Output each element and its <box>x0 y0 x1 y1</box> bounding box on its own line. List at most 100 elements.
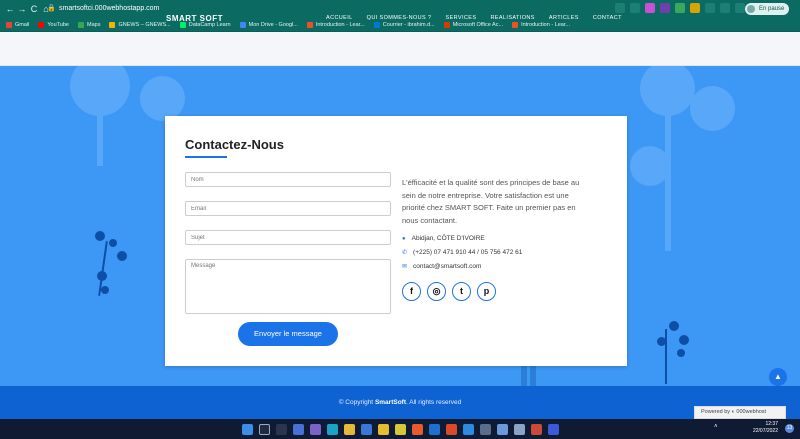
extension-icon[interactable] <box>675 3 685 13</box>
name-field[interactable] <box>185 172 391 187</box>
menu-item[interactable]: REALISATIONS <box>490 15 534 21</box>
chevron-up-icon[interactable]: ˄ <box>714 424 718 430</box>
bookmark-icon <box>239 21 246 28</box>
windows-start-icon[interactable] <box>241 423 253 435</box>
copyright-suffix: . All rights reserved <box>406 399 462 406</box>
site-logo[interactable]: SMART SOFT <box>166 14 223 23</box>
app-icon[interactable] <box>445 423 457 435</box>
bookmark-icon <box>443 21 450 28</box>
message-field[interactable] <box>185 259 391 314</box>
tree-decoration <box>140 76 185 121</box>
address-bar[interactable]: 🔒 smartsoftci.000webhostapp.com <box>47 3 607 15</box>
extensions <box>615 3 745 13</box>
instagram-icon[interactable]: ◎ <box>427 282 446 301</box>
bookmark-item[interactable]: Courrier - ibrahim.d... <box>373 21 435 28</box>
lock-icon: 🔒 <box>47 5 56 12</box>
powered-by-badge[interactable]: Powered by ◐ 000webhost <box>694 406 786 419</box>
extension-icon[interactable] <box>645 3 655 13</box>
tree-decoration <box>690 86 735 131</box>
app-icon[interactable] <box>513 423 525 435</box>
puzzle-icon[interactable] <box>735 3 745 13</box>
bookmark-label: Microsoft Office Ac... <box>452 21 504 28</box>
clock-date: 22/07/2022 <box>752 428 778 434</box>
subject-field[interactable] <box>185 230 391 245</box>
email-text: contact@smartsoft.com <box>413 263 482 270</box>
bookmark-icon <box>109 21 116 28</box>
store-icon[interactable] <box>360 423 372 435</box>
profile-button[interactable]: En pause <box>745 3 790 15</box>
forward-button[interactable]: → <box>16 4 28 14</box>
extension-icon[interactable] <box>690 3 700 13</box>
site-menu: ACCUEIL QUI SOMMES-NOUS ? SERVICES REALISAT… <box>326 15 622 21</box>
bookmark-item[interactable]: Gmail <box>6 21 30 28</box>
file-explorer-icon[interactable] <box>343 423 355 435</box>
bookmark-label: Gmail <box>15 21 30 28</box>
chrome-icon[interactable] <box>377 423 389 435</box>
profile-label: En pause <box>759 6 785 12</box>
system-clock[interactable]: 12:37 22/07/2022 <box>753 421 778 435</box>
twitter-icon[interactable]: t <box>452 282 471 301</box>
app-icon[interactable] <box>411 423 423 435</box>
app-icon[interactable] <box>394 423 406 435</box>
bookmark-icon <box>512 21 519 28</box>
location-text: Abidjan, CÔTE D'IVOIRE <box>411 235 485 242</box>
back-button[interactable]: ← <box>4 4 16 14</box>
menu-item[interactable]: QUI SOMMES-NOUS ? <box>367 15 432 21</box>
email-field[interactable] <box>185 201 391 216</box>
teams-icon[interactable] <box>309 423 321 435</box>
facebook-icon[interactable]: f <box>402 282 421 301</box>
share-icon[interactable] <box>615 3 625 13</box>
bookmark-label: Introduction - Lear... <box>315 21 365 28</box>
bookmark-item[interactable]: Maps <box>78 21 101 28</box>
url-text: smartsoftci.000webhostapp.com <box>59 5 160 12</box>
bookmark-item[interactable]: Introduction - Lear... <box>306 21 365 28</box>
menu-item[interactable]: ARTICLES <box>549 15 579 21</box>
bookmark-label: Courrier - ibrahim.d... <box>382 21 435 28</box>
avatar <box>747 5 755 13</box>
bookmark-item[interactable]: Introduction - Lear... <box>512 21 570 28</box>
envelope-icon: ✉ <box>402 264 408 270</box>
bookmark-label: Maps <box>87 21 101 28</box>
bookmark-icon <box>306 21 313 28</box>
reload-button[interactable]: C <box>28 4 40 14</box>
extension-icon[interactable] <box>660 3 670 13</box>
edge-icon[interactable] <box>326 423 338 435</box>
site-footer: © Copyright SmartSoft. All rights reserv… <box>0 386 800 419</box>
star-icon[interactable] <box>630 3 640 13</box>
app-icon[interactable] <box>496 423 508 435</box>
bookmark-icon <box>373 21 380 28</box>
notification-badge[interactable]: 13 <box>785 424 794 433</box>
task-view-icon[interactable] <box>275 423 287 435</box>
app-icon[interactable] <box>479 423 491 435</box>
menu-item[interactable]: ACCUEIL <box>326 15 353 21</box>
app-icon[interactable] <box>547 423 559 435</box>
bookmark-item[interactable]: YouTube <box>38 21 69 28</box>
outlook-icon[interactable] <box>428 423 440 435</box>
menu-item[interactable]: CONTACT <box>593 15 622 21</box>
location-info: ● Abidjan, CÔTE D'IVOIRE <box>402 235 485 242</box>
bookmark-label: GNEWS – GNEWS... <box>118 21 171 28</box>
widgets-icon[interactable] <box>292 423 304 435</box>
page-title: Contactez-Nous <box>185 137 284 152</box>
copyright-prefix: © Copyright <box>338 399 375 406</box>
phone-text: (+225) 07 471 910 44 / 05 756 472 61 <box>413 249 523 256</box>
tree-decoration <box>665 111 671 251</box>
vscode-icon[interactable] <box>462 423 474 435</box>
pinterest-icon[interactable]: p <box>477 282 496 301</box>
email-info: ✉ contact@smartsoft.com <box>402 263 481 270</box>
extension-icon[interactable] <box>705 3 715 13</box>
menu-item[interactable]: SERVICES <box>446 15 477 21</box>
bookmark-item[interactable]: Microsoft Office Ac... <box>443 21 504 28</box>
site-header <box>0 32 800 66</box>
phone-icon: ✆ <box>402 250 408 256</box>
app-icon[interactable] <box>530 423 542 435</box>
scroll-to-top-button[interactable]: ▲ <box>769 368 787 386</box>
extension-icon[interactable] <box>720 3 730 13</box>
send-message-button[interactable]: Envoyer le message <box>238 322 338 346</box>
search-icon[interactable] <box>258 423 270 435</box>
copyright-brand: SmartSoft <box>374 399 406 406</box>
bookmark-item[interactable]: Mon Drive - Googl... <box>239 21 298 28</box>
phone-info: ✆ (+225) 07 471 910 44 / 05 756 472 61 <box>402 249 522 256</box>
bookmark-item[interactable]: GNEWS – GNEWS... <box>109 21 171 28</box>
bookmark-icon <box>78 21 84 28</box>
